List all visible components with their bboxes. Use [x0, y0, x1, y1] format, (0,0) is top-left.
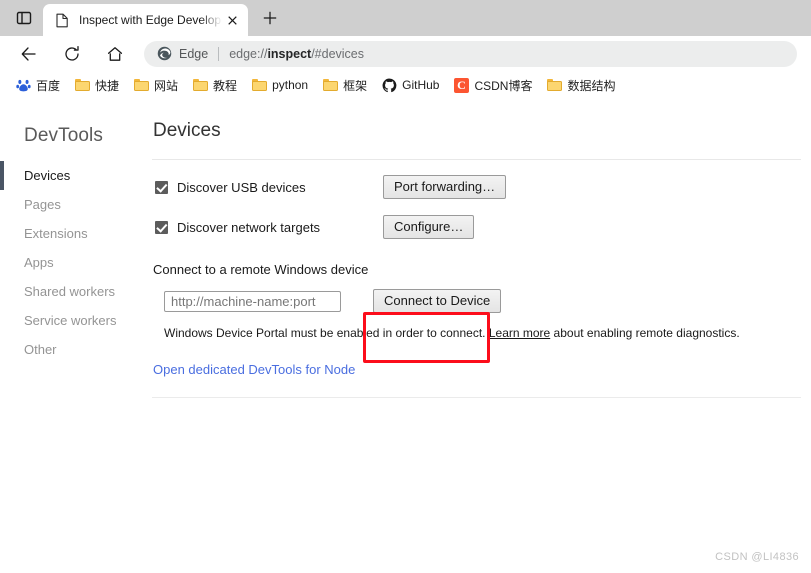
- title-divider: [152, 159, 801, 160]
- bookmark-folder-wangzhan[interactable]: 网站: [127, 74, 184, 96]
- configure-button[interactable]: Configure…: [383, 215, 475, 239]
- sidebar-item-label: Apps: [24, 255, 54, 270]
- bookmark-folder-jiaocheng[interactable]: 教程: [186, 74, 243, 96]
- github-icon: [381, 77, 397, 93]
- sidebar-item-other[interactable]: Other: [0, 335, 150, 364]
- document-icon: [54, 12, 70, 28]
- page-title: Devices: [153, 120, 221, 141]
- discover-network-targets-row: Discover network targets Configure…: [155, 214, 811, 240]
- hint-text-before: Windows Device Portal must be enabled in…: [164, 326, 489, 340]
- new-tab-button[interactable]: [255, 3, 285, 33]
- bookmark-github[interactable]: GitHub: [375, 74, 445, 96]
- sidebar-item-pages[interactable]: Pages: [0, 190, 150, 219]
- sidebar-item-label: Devices: [24, 168, 71, 183]
- browser-toolbar: Edge edge://inspect/#devices: [0, 36, 811, 71]
- browser-tab[interactable]: Inspect with Edge Developer Too: [43, 4, 248, 36]
- discover-usb-devices-checkbox[interactable]: Discover USB devices: [155, 180, 383, 195]
- sidebar-item-label: Service workers: [24, 313, 117, 328]
- bookmark-label: 数据结构: [567, 78, 616, 93]
- url-hash: /#devices: [311, 46, 365, 61]
- sidebar-item-service-workers[interactable]: Service workers: [0, 306, 150, 335]
- reload-icon[interactable]: [57, 39, 87, 69]
- checkbox-label: Discover network targets: [177, 219, 321, 235]
- watermark: CSDN @LI4836: [715, 551, 799, 563]
- sidebar-item-label: Other: [24, 342, 57, 357]
- discover-network-targets-checkbox[interactable]: Discover network targets: [155, 220, 383, 235]
- remote-connect-hint: Windows Device Portal must be enabled in…: [164, 326, 811, 340]
- open-dedicated-devtools-for-node-link[interactable]: Open dedicated DevTools for Node: [153, 362, 355, 377]
- home-icon[interactable]: [100, 39, 130, 69]
- bookmark-label: 百度: [36, 78, 61, 93]
- tab-actions-icon[interactable]: [5, 3, 43, 33]
- bookmark-baidu[interactable]: 百度: [9, 74, 66, 96]
- section-divider: [152, 397, 801, 398]
- baidu-paw-icon: [15, 77, 31, 93]
- omnibox-brand-label: Edge: [179, 46, 209, 61]
- bookmark-label: 教程: [213, 78, 238, 93]
- folder-icon: [546, 77, 562, 93]
- port-forwarding-button[interactable]: Port forwarding…: [383, 175, 507, 199]
- sidebar-item-label: Pages: [24, 197, 61, 212]
- folder-icon: [251, 77, 267, 93]
- bookmark-folder-shujujiegou[interactable]: 数据结构: [540, 74, 621, 96]
- sidebar-item-apps[interactable]: Apps: [0, 248, 150, 277]
- omnibox-divider: [218, 46, 220, 61]
- folder-icon: [192, 77, 208, 93]
- checkbox-checked-icon[interactable]: [155, 180, 168, 194]
- close-icon[interactable]: [224, 12, 241, 29]
- omnibox-url: edge://inspect/#devices: [229, 47, 364, 61]
- devices-panel: Devices Discover USB devices Port forwar…: [150, 99, 811, 573]
- tab-strip: Inspect with Edge Developer Too: [0, 0, 811, 36]
- bookmark-label: python: [272, 78, 309, 92]
- bookmark-folder-kuaijie[interactable]: 快捷: [68, 74, 125, 96]
- hint-text-after: about enabling remote diagnostics.: [550, 326, 740, 340]
- devtools-nav: Devices Pages Extensions Apps Shared wor…: [0, 161, 150, 364]
- folder-icon: [322, 77, 338, 93]
- tab-title: Inspect with Edge Developer Too: [79, 13, 222, 27]
- remote-connect-row: Connect to Device: [164, 289, 811, 313]
- bookmark-label: CSDN博客: [474, 78, 533, 93]
- sidebar-item-devices[interactable]: Devices: [0, 161, 150, 190]
- bookmark-folder-python[interactable]: python: [245, 74, 314, 96]
- inspect-page: DevTools Devices Pages Extensions Apps S…: [0, 99, 811, 573]
- url-scheme: edge://: [229, 46, 268, 61]
- remote-address-input[interactable]: [164, 290, 341, 312]
- checkbox-label: Discover USB devices: [177, 179, 306, 195]
- folder-icon: [74, 77, 90, 93]
- sidebar-item-extensions[interactable]: Extensions: [0, 219, 150, 248]
- checkbox-checked-icon[interactable]: [155, 220, 168, 234]
- bookmark-label: GitHub: [402, 78, 440, 92]
- sidebar-item-label: Extensions: [24, 226, 88, 241]
- discover-usb-row: Discover USB devices Port forwarding…: [155, 174, 811, 200]
- bookmarks-bar: 百度 快捷 网站 教程 python 框架 GitHub C CSDN博客 数据…: [0, 71, 811, 99]
- sidebar-item-label: Shared workers: [24, 284, 116, 299]
- csdn-icon: C: [453, 77, 469, 93]
- bookmark-label: 框架: [343, 78, 368, 93]
- address-bar[interactable]: Edge edge://inspect/#devices: [144, 40, 797, 67]
- devtools-sidebar: DevTools Devices Pages Extensions Apps S…: [0, 99, 150, 573]
- bookmark-folder-kuangjia[interactable]: 框架: [316, 74, 373, 96]
- devtools-brand: DevTools: [24, 125, 103, 146]
- bookmark-label: 快捷: [95, 78, 120, 93]
- sidebar-item-shared-workers[interactable]: Shared workers: [0, 277, 150, 306]
- url-host: inspect: [267, 46, 312, 61]
- remote-connect-heading: Connect to a remote Windows device: [153, 262, 369, 277]
- learn-more-link[interactable]: Learn more: [489, 326, 550, 340]
- edge-logo-icon: [156, 46, 172, 62]
- browser-window: Inspect with Edge Developer Too: [0, 0, 811, 573]
- connect-to-device-button[interactable]: Connect to Device: [373, 289, 502, 313]
- arrow-left-icon[interactable]: [14, 39, 44, 69]
- folder-icon: [133, 77, 149, 93]
- bookmark-label: 网站: [154, 78, 179, 93]
- bookmark-csdn[interactable]: C CSDN博客: [447, 74, 538, 96]
